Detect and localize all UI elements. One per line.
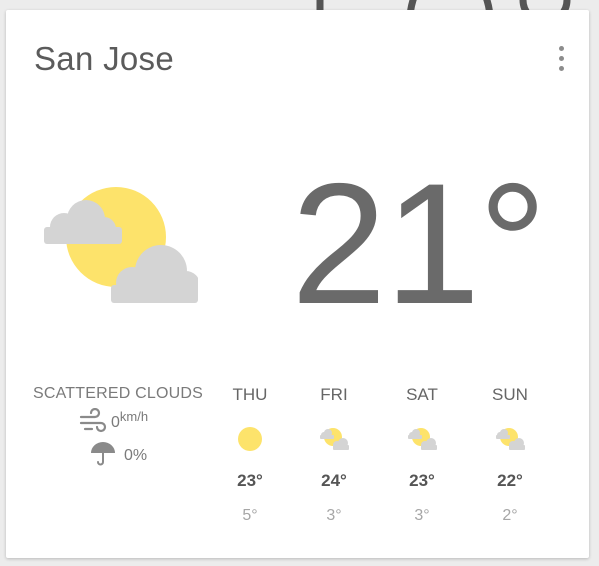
forecast-day-label: SAT [406,385,438,404]
forecast-day: SAT 23° 3° [392,385,452,525]
forecast-low: 2° [502,507,518,524]
sunny-icon [220,419,280,459]
partly-cloudy-icon [480,419,540,459]
forecast-high: 22° [497,471,523,490]
current-temperature: 21° [291,148,547,340]
wind-speed: 0 [111,414,120,431]
partly-cloudy-icon [304,419,364,459]
forecast-day-label: THU [232,385,268,404]
forecast-day-label: SUN [492,385,528,404]
condition-label: SCATTERED CLOUDS [32,385,204,402]
forecast-high: 24° [321,471,347,490]
forecast-low: 3° [326,507,342,524]
umbrella-icon [90,441,116,472]
forecast-day: FRI 24° 3° [304,385,364,525]
weather-card: San Jose 21° SCATTERED CLOUDS 0 km/h 0% … [6,10,589,558]
partly-cloudy-icon [36,185,200,305]
wind-icon [79,407,107,439]
forecast-high: 23° [237,471,263,490]
forecast-low: 3° [414,507,430,524]
wind-info: 0 km/h [79,407,149,434]
forecast-day: THU 23° 5° [220,385,280,525]
forecast-day-label: FRI [320,385,348,404]
forecast-high: 23° [409,471,435,490]
forecast-day: SUN 22° 2° [480,385,540,525]
weather-screen: San Jose 21° SCATTERED CLOUDS 0 km/h 0% … [0,0,599,566]
city-name: San Jose [34,40,174,77]
wind-unit: km/h [119,409,149,424]
forecast-low: 5° [242,507,258,524]
overflow-menu-icon[interactable] [551,44,571,74]
precipitation-info: 0% [90,441,148,472]
partly-cloudy-icon [392,419,452,459]
precipitation-chance: 0% [124,447,148,464]
